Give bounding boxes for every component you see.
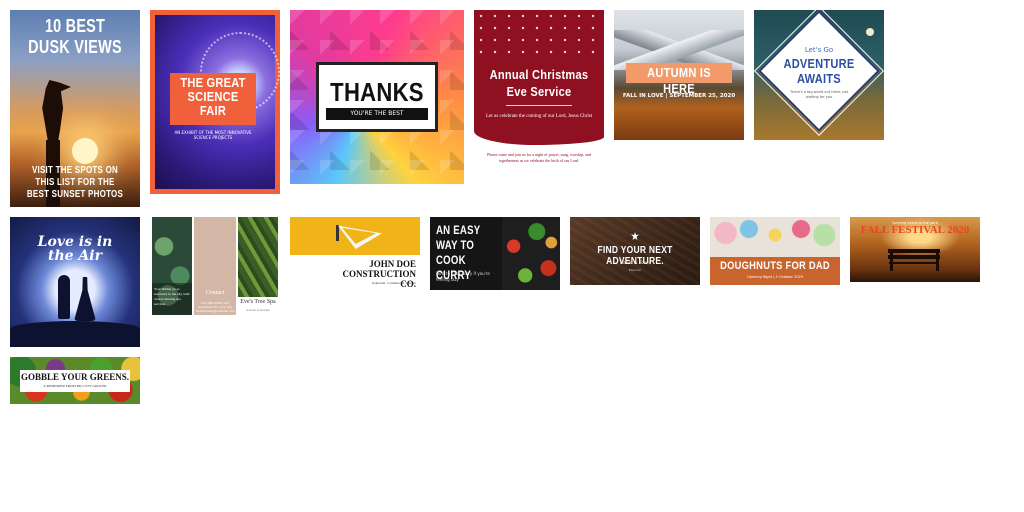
thumbnail-subtitle: Industrial, Commercial, Private	[371, 281, 416, 285]
template-thumbnail-thanks[interactable]: THANKS YOU'RE THE BEST	[290, 10, 464, 184]
ivy-panel	[238, 217, 278, 297]
thumbnail-subtitle: YOU'RE THE BEST	[350, 110, 404, 117]
thumbnail-title: 10 BEST DUSK VIEWS	[28, 16, 122, 57]
thumbnail-pretitle: Let's Go	[804, 46, 834, 54]
template-thumbnail-doughnuts[interactable]: DOUGHNUTS FOR DAD Opening Night | 5 Octo…	[710, 217, 840, 285]
snow-dots	[474, 10, 604, 60]
thumbnail-title: GOBBLE YOUR GREENS.	[21, 372, 129, 382]
overlay-text: Your hidden go-to sanctuary in the city …	[154, 287, 190, 306]
thumbnail-subtitle: A REMINDER FROM BIG CITY GROCER	[43, 384, 107, 388]
groom-silhouette	[58, 275, 70, 319]
thumbnail-subtitle: AN EXHIBIT OF THE MOST INNOVATIVE SCIENC…	[174, 130, 252, 140]
template-thumbnail-autumn[interactable]: AUTUMN IS HERE FALL IN LOVE | SEPTEMBER …	[614, 10, 744, 140]
crane-hook	[336, 225, 339, 241]
moon-shape	[866, 28, 874, 36]
template-thumbnail-spa[interactable]: Your hidden go-to sanctuary in the city …	[152, 217, 278, 315]
divider	[506, 105, 572, 106]
thumbnail-subtitle: FALL IN LOVE | SEPTEMBER 25, 2020	[622, 93, 736, 99]
spa-tagline: A haven of paradise	[246, 308, 270, 312]
thumbnail-subtitle: VISIT THE SPOTS ON THIS LIST FOR THE BES…	[26, 165, 124, 200]
thumbnail-subtitle: Let us celebrate the coming of our Lord,…	[485, 114, 593, 119]
bride-silhouette	[74, 277, 96, 321]
thumbnail-title: THE GREAT SCIENCE FAIR	[180, 75, 246, 118]
doughnuts-image	[710, 217, 840, 257]
thumbnail-title: Annual Christmas Eve Service	[489, 67, 589, 99]
template-thumbnail-science-fair[interactable]: THE GREAT SCIENCE FAIR AN EXHIBIT OF THE…	[150, 10, 280, 194]
thumbnail-subtitle: Travel & Tours	[619, 261, 651, 266]
sun-shape	[72, 138, 98, 164]
thumbnail-subtitle-2: Explorer	[628, 268, 642, 272]
bench-legs	[890, 249, 893, 271]
template-thumbnail-love[interactable]: Love is in the Air	[10, 217, 140, 347]
contact-info: 123-456-7890 123 Anywhere St., Any City …	[196, 301, 236, 313]
thumbnail-title: ADVENTURE AWAITS	[783, 56, 855, 86]
template-thumbnail-next-adventure[interactable]: FIND YOUR NEXT ADVENTURE. Travel & Tours…	[570, 217, 700, 285]
thumbnail-footer: Please come and join us for a night of p…	[487, 152, 591, 163]
thumbnail-subtitle: How to cook curry if you're feeling lazy	[436, 271, 490, 282]
template-thumbnail-curry[interactable]: AN EASY WAY TO COOK CURRY How to cook cu…	[430, 217, 560, 290]
thumbnail-subtitle: There's a big world out there just waiti…	[789, 90, 849, 99]
spa-name: Eve's Tree Spa	[240, 299, 276, 305]
thumbnail-title: THANKS	[330, 77, 424, 107]
thumbnail-title: Love is in the Air	[37, 234, 113, 264]
thumbnail-title: DOUGHNUTS FOR DAD	[720, 260, 830, 272]
template-thumbnail-fall-festival[interactable]: Evening event at the park FALL FESTIVAL …	[850, 217, 980, 282]
thumbnail-subtitle: Opening Night | 5 October 2020	[746, 275, 804, 279]
template-thumbnail-christmas-service[interactable]: Annual Christmas Eve Service Let us cele…	[474, 10, 604, 175]
template-thumbnail-greens[interactable]: GOBBLE YOUR GREENS. A REMINDER FROM BIG …	[10, 357, 140, 404]
thumbnail-title: FALL FESTIVAL 2020	[860, 224, 970, 236]
vegetables-image	[502, 217, 560, 290]
template-thumbnail-construction[interactable]: JOHN DOE CONSTRUCTION CO. Industrial, Co…	[290, 217, 420, 290]
bench-silhouette	[888, 249, 940, 253]
ground-silhouette	[10, 321, 140, 347]
template-thumbnail-dusk-views[interactable]: 10 BEST DUSK VIEWS VISIT THE SPOTS ON TH…	[10, 10, 140, 207]
template-thumbnail-adventure[interactable]: Let's Go ADVENTURE AWAITS There's a big …	[754, 10, 884, 140]
contact-title: Contact	[205, 290, 225, 296]
